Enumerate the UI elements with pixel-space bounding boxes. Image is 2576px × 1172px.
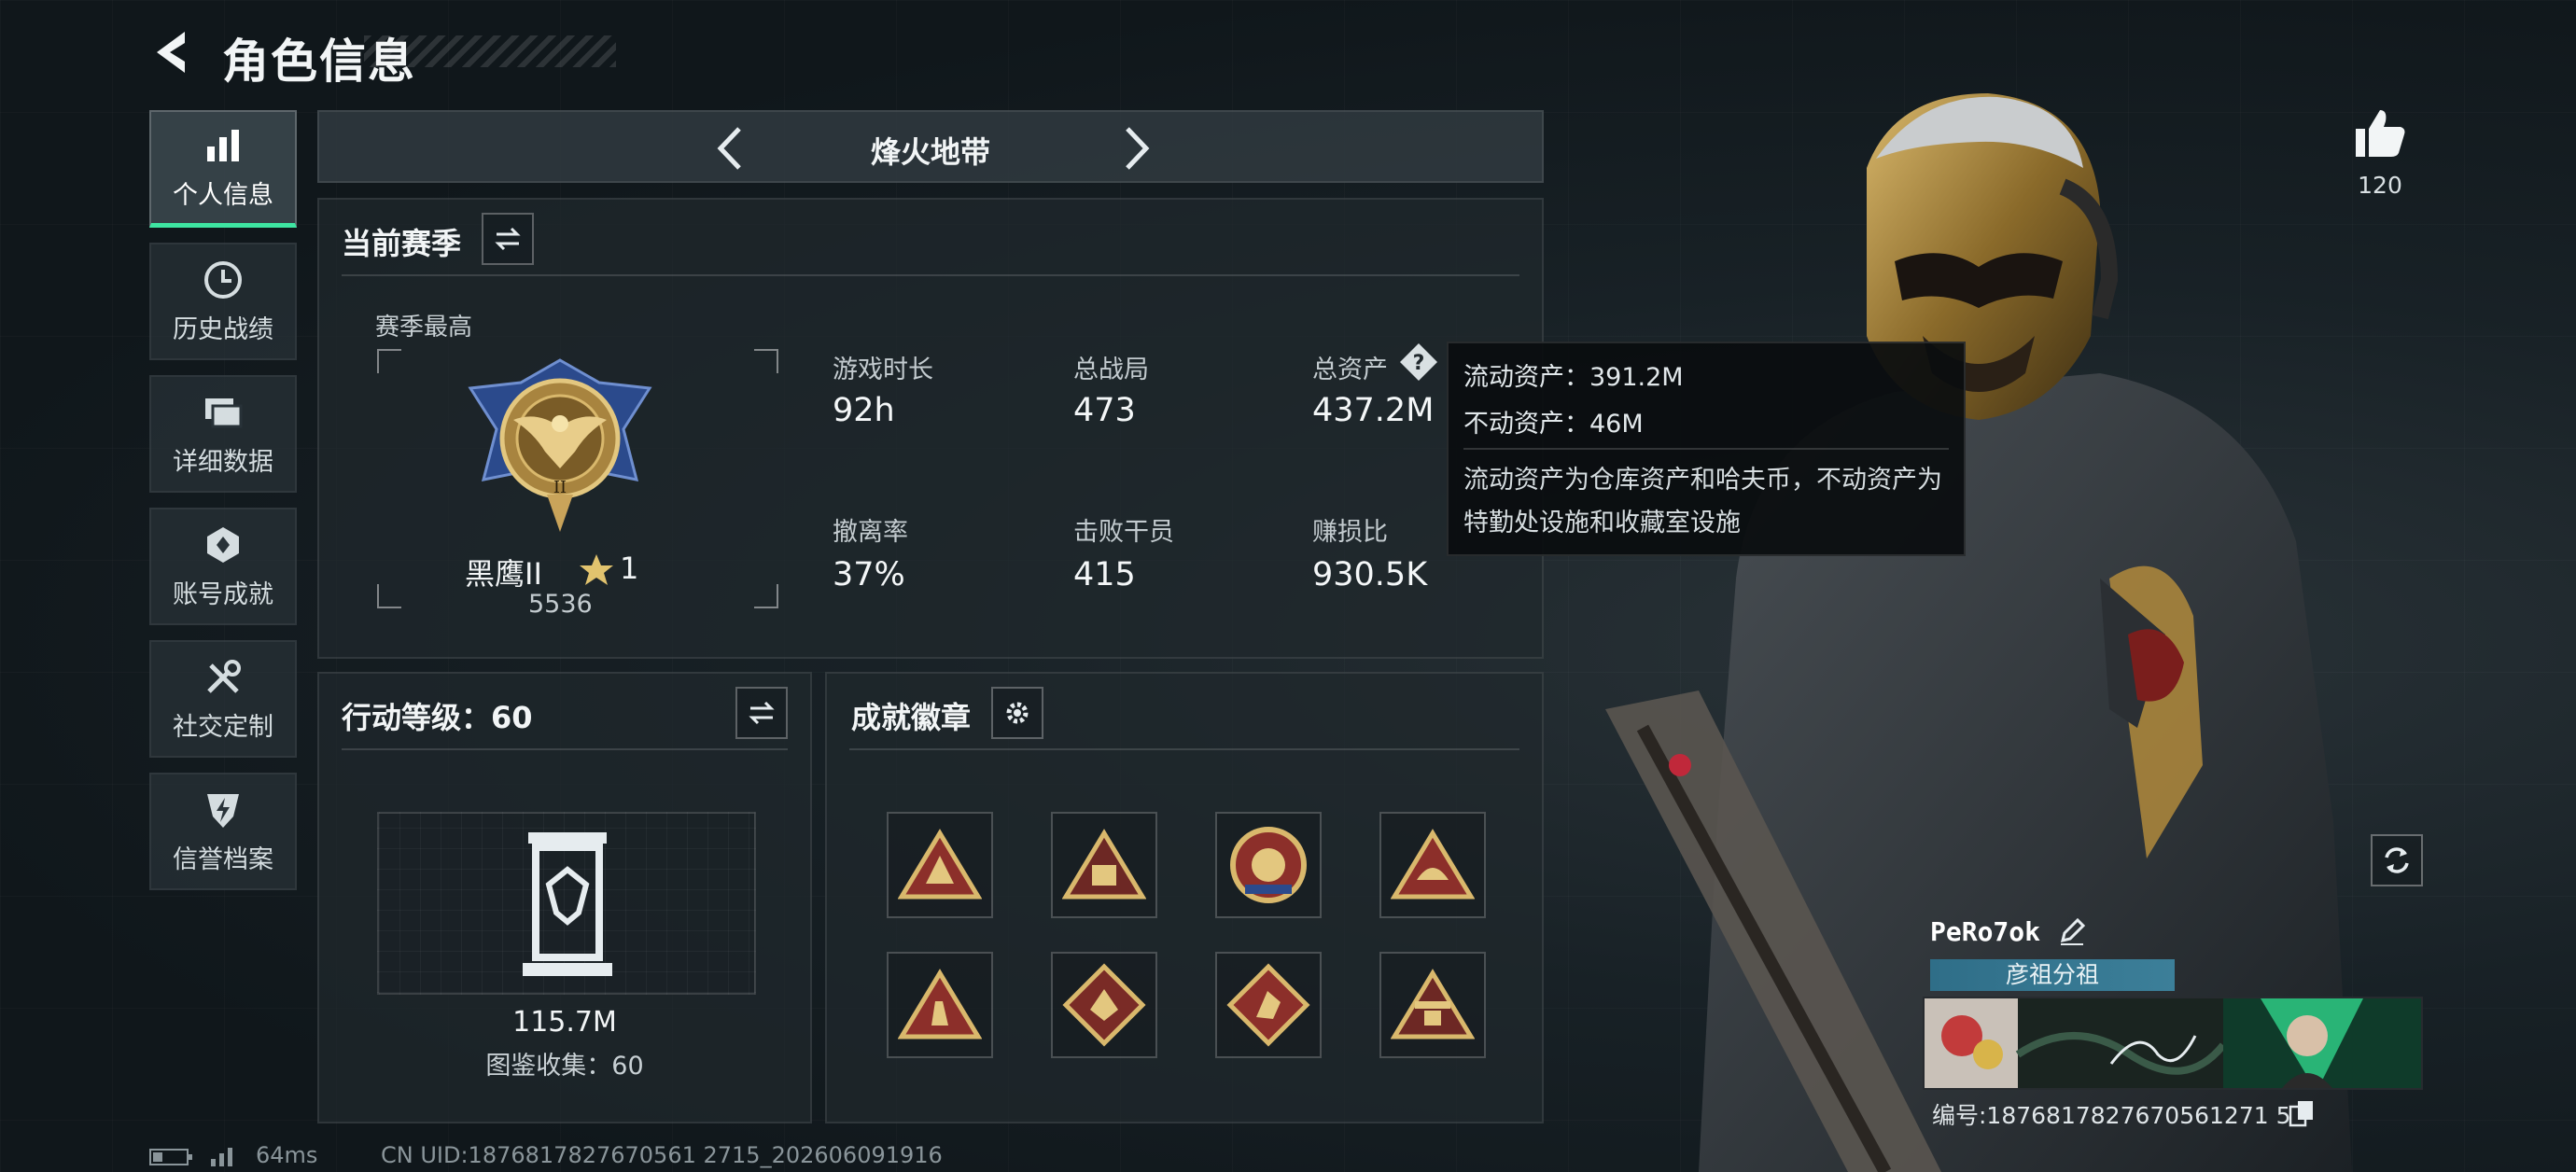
frame-corner — [754, 584, 778, 608]
sidebar-item-personal-info[interactable]: 个人信息 — [149, 110, 297, 228]
tooltip-fixed-assets: 不动资产：46M — [1463, 410, 1644, 439]
refresh-button[interactable] — [2371, 834, 2423, 886]
sidebar-item-label: 个人信息 — [173, 181, 273, 210]
season-switch-button[interactable] — [482, 213, 534, 265]
frame-corner — [377, 349, 401, 373]
sidebar-item-detailed-data[interactable]: 详细数据 — [149, 375, 297, 493]
section-divider — [342, 748, 788, 750]
achievement-badge[interactable] — [1215, 952, 1322, 1058]
stat-label-total-matches: 总战局 — [1073, 356, 1149, 384]
profile-card-strip[interactable] — [1923, 997, 2423, 1090]
rank-emblem-eagle-icon: II — [468, 358, 652, 532]
thumbs-up-icon[interactable] — [2352, 105, 2408, 160]
tooltip-divider — [1463, 448, 1949, 450]
swap-icon — [495, 227, 521, 251]
triangle-badge-icon — [1062, 829, 1146, 900]
star-icon — [580, 554, 613, 585]
signal-icon — [211, 1148, 232, 1166]
achievement-badges-panel: 成就徽章 — [825, 672, 1544, 1123]
section-divider — [849, 748, 1519, 750]
edit-pencil-icon[interactable] — [2057, 916, 2087, 946]
achievement-badge[interactable] — [1051, 812, 1157, 918]
like-count: 120 — [2358, 172, 2402, 199]
tooltip-note: 流动资产为仓库资产和哈夫币，不动资产为特勤处设施和收藏室设施 — [1463, 466, 1942, 537]
clock-icon — [204, 260, 242, 299]
badge-settings-button[interactable] — [991, 687, 1043, 739]
stat-label-profit-loss-ratio: 赚损比 — [1312, 518, 1388, 547]
collection-case-icon — [523, 832, 612, 976]
ping-readout: 64ms — [256, 1142, 318, 1168]
sidebar-item-account-achievements[interactable]: 账号成就 — [149, 508, 297, 625]
stat-label-total-assets: 总资产 — [1312, 356, 1388, 384]
medal-icon — [207, 526, 239, 563]
achievement-badge[interactable] — [1215, 812, 1322, 918]
section-divider — [342, 274, 1519, 276]
badges-title: 成就徽章 — [851, 700, 972, 735]
profile-card-art — [1925, 998, 2421, 1088]
rank-name: 黑鹰II — [465, 556, 542, 592]
stat-value-playtime: 92h — [833, 392, 895, 429]
triangle-badge-icon — [898, 829, 982, 900]
frame-corner — [754, 349, 778, 373]
achievement-badge[interactable] — [1051, 952, 1157, 1058]
group-tag: 彦祖分祖 — [1930, 959, 2175, 991]
triangle-badge-icon — [898, 969, 982, 1039]
action-level-panel: 行动等级：60 115.7M 图鉴收集：60 — [317, 672, 812, 1123]
assets-tooltip: 流动资产：391.2M 不动资产：46M 流动资产为仓库资产和哈夫币，不动资产为… — [1447, 342, 1966, 556]
svg-text:?: ? — [1413, 352, 1425, 375]
sidebar-item-label: 历史战绩 — [173, 314, 273, 344]
sidebar-item-label: 详细数据 — [173, 447, 273, 477]
stat-value-profit-loss-ratio: 930.5K — [1312, 556, 1428, 593]
stat-value-extraction-rate: 37% — [833, 556, 905, 593]
copy-icon[interactable] — [2289, 1099, 2315, 1127]
refresh-icon — [2385, 847, 2409, 873]
current-season-panel: 当前赛季 赛季最高 II 黑鹰II 1 5536 游戏时长 92h 总战局 47… — [317, 198, 1544, 659]
mode-selector: 烽火地带 — [317, 110, 1544, 183]
collection-value: 115.7M — [512, 1006, 617, 1039]
swap-icon — [749, 701, 775, 725]
achievement-badge[interactable] — [887, 812, 993, 918]
client-uid: CN UID:1876817827670561 2715_20260609191… — [381, 1142, 943, 1168]
stat-label-operators-defeated: 击败干员 — [1073, 518, 1174, 547]
next-mode-arrow-icon[interactable] — [1109, 123, 1159, 174]
sidebar-item-social-customization[interactable]: 社交定制 — [149, 640, 297, 758]
sidebar-item-credit-record[interactable]: 信誉档案 — [149, 773, 297, 890]
tooltip-liquid-assets: 流动资产：391.2M — [1463, 363, 1684, 392]
season-title: 当前赛季 — [342, 226, 462, 261]
collection-display-frame — [377, 812, 756, 995]
stat-value-total-matches: 473 — [1073, 392, 1136, 429]
rank-stars: 1 — [620, 551, 639, 586]
round-badge-icon — [1230, 827, 1307, 903]
stat-label-playtime: 游戏时长 — [833, 356, 933, 384]
stat-label-extraction-rate: 撤离率 — [833, 518, 908, 547]
collection-count: 图鉴收集：60 — [485, 1052, 644, 1081]
diamond-badge-icon — [1226, 963, 1310, 1047]
stat-value-total-assets: 437.2M — [1312, 392, 1435, 429]
player-id: 编号:1876817827670561271 5 — [1932, 1102, 2291, 1129]
action-level-title: 行动等级：60 — [342, 700, 533, 735]
shield-lightning-icon — [207, 793, 239, 828]
title-decoration — [364, 35, 616, 67]
rank-score: 5536 — [528, 590, 593, 619]
season-best-label: 赛季最高 — [375, 314, 473, 342]
sidebar-item-match-history[interactable]: 历史战绩 — [149, 243, 297, 360]
achievement-badge[interactable] — [887, 952, 993, 1058]
sidebar-item-label: 社交定制 — [173, 712, 273, 742]
bar-chart-icon — [207, 130, 239, 161]
gear-icon — [1006, 702, 1029, 724]
help-question-icon[interactable]: ? — [1398, 342, 1439, 383]
diamond-badge-icon — [1062, 963, 1146, 1047]
player-name: PeRo7ok — [1930, 916, 2041, 947]
sidebar-item-label: 账号成就 — [173, 579, 273, 609]
stat-value-operators-defeated: 415 — [1073, 556, 1136, 593]
battery-icon — [149, 1149, 192, 1165]
level-switch-button[interactable] — [735, 687, 788, 739]
folders-icon — [205, 398, 243, 427]
sidebar-item-label: 信誉档案 — [173, 844, 273, 874]
frame-corner — [377, 584, 401, 608]
svg-text:II: II — [553, 478, 567, 497]
tools-icon — [207, 659, 241, 693]
mode-name: 烽火地带 — [870, 134, 990, 170]
back-arrow-icon[interactable] — [149, 28, 198, 77]
